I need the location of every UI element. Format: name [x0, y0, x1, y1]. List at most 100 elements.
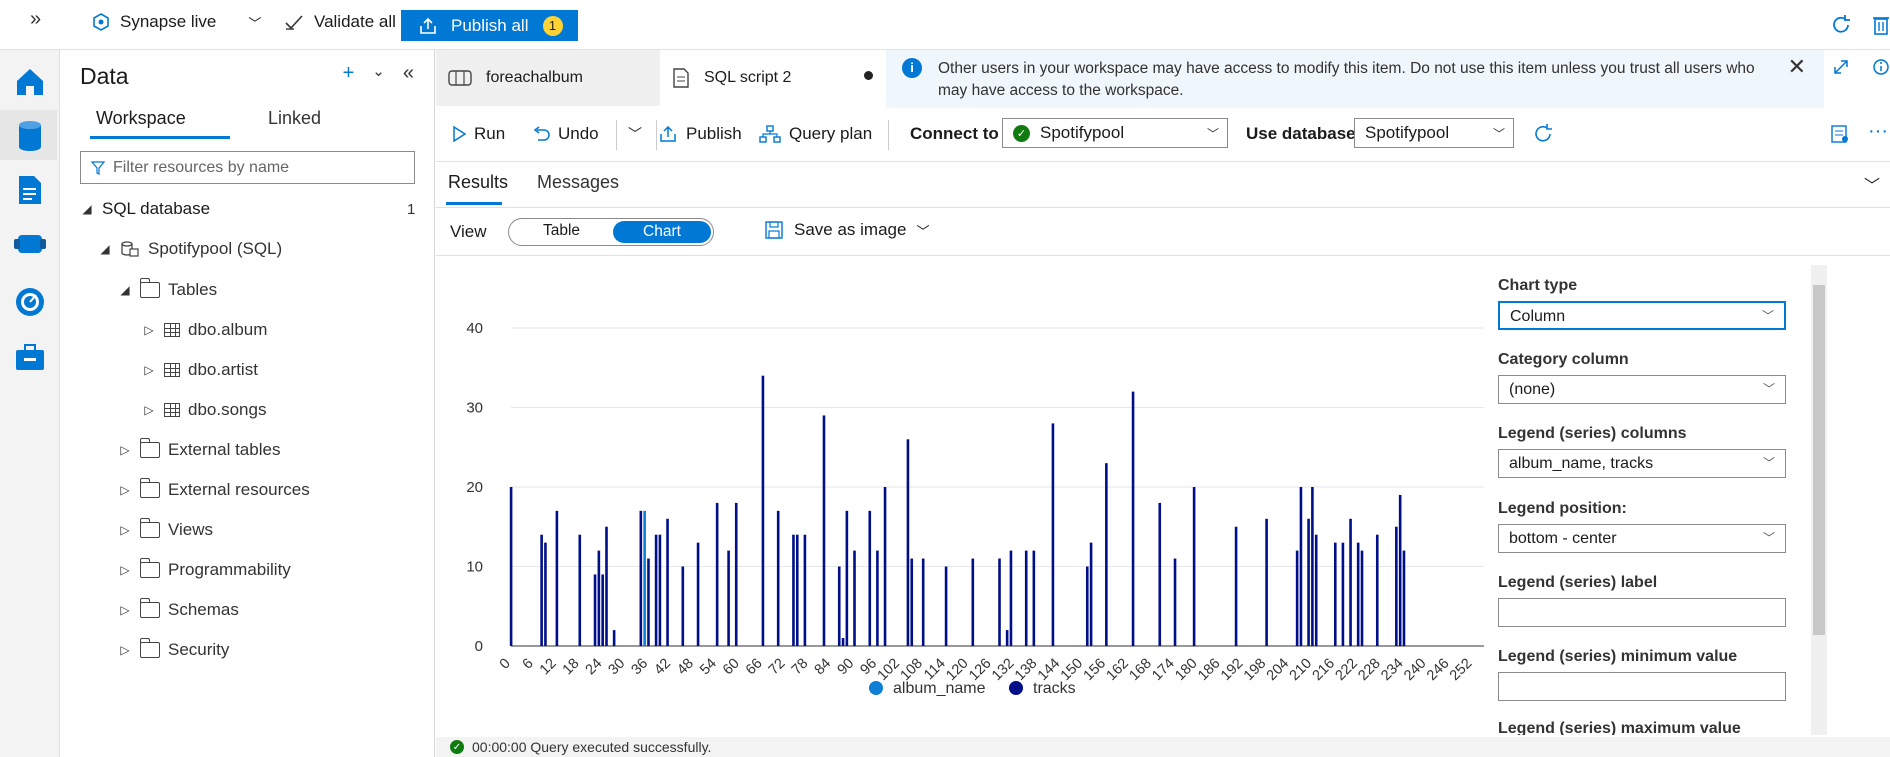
expand-caret-icon[interactable]: ▷: [118, 563, 132, 577]
delete-icon[interactable]: [1872, 14, 1890, 36]
tree-item-dbo-songs[interactable]: ▷ dbo.songs: [142, 400, 266, 420]
collapse-all-icon[interactable]: ⌄: [372, 62, 385, 85]
tree-label: dbo.songs: [188, 400, 267, 419]
scrollbar-thumb[interactable]: [1813, 285, 1825, 635]
expand-caret-icon[interactable]: ▷: [142, 363, 156, 377]
chevron-down-icon[interactable]: ﹀: [628, 124, 642, 144]
bar-tracks: [761, 375, 765, 646]
expand-caret-icon[interactable]: ▷: [118, 483, 132, 497]
settings-scrollbar[interactable]: [1811, 265, 1827, 735]
tab-linked[interactable]: Linked: [268, 108, 321, 129]
bar-tracks: [1265, 518, 1268, 646]
properties-icon[interactable]: [1872, 58, 1890, 76]
publish-all-button[interactable]: Publish all 1: [401, 10, 578, 41]
undo-button[interactable]: Undo: [532, 124, 599, 144]
table-icon: [164, 403, 180, 417]
workspace-selector[interactable]: Synapse live ﹀: [92, 12, 261, 32]
section-sql-database[interactable]: ◢ SQL database: [80, 199, 210, 219]
validate-all-button[interactable]: Validate all: [284, 12, 396, 32]
properties-panel-icon[interactable]: [1830, 124, 1850, 144]
expand-caret-icon[interactable]: ▷: [142, 323, 156, 337]
collapse-caret-icon[interactable]: ◢: [118, 283, 132, 297]
refresh-icon[interactable]: [1532, 123, 1554, 145]
chevron-down-icon[interactable]: ﹀: [1864, 172, 1880, 196]
bar-tracks: [544, 542, 547, 646]
legend-position-select[interactable]: bottom - center ﹀: [1498, 524, 1786, 553]
expand-caret-icon[interactable]: ▷: [142, 403, 156, 417]
bar-tracks: [1375, 534, 1379, 646]
publish-button[interactable]: Publish: [658, 124, 742, 144]
tree-item-tables[interactable]: ◢ Tables: [118, 278, 217, 300]
legend-min-input[interactable]: [1498, 672, 1786, 701]
x-tick-label: 216: [1310, 656, 1338, 684]
tree-item-dbo-artist[interactable]: ▷ dbo.artist: [142, 360, 258, 380]
expand-caret-icon[interactable]: ▷: [118, 603, 132, 617]
tree-item-spotifypool[interactable]: ◢ Spotifypool (SQL): [98, 239, 282, 259]
integrate-icon[interactable]: [12, 226, 48, 262]
chart-type-select[interactable]: Column ﹀: [1498, 301, 1786, 330]
chart-settings-panel: Chart type Column ﹀ Category column (non…: [1496, 265, 1846, 735]
tree-label: Spotifypool (SQL): [148, 239, 283, 258]
expand-caret-icon[interactable]: ▷: [118, 443, 132, 457]
save-as-image-button[interactable]: Save as image ﹀: [764, 220, 929, 240]
bar-tracks: [853, 550, 856, 646]
develop-icon[interactable]: [12, 172, 48, 208]
tab-messages[interactable]: Messages: [537, 172, 619, 193]
bar-tracks: [822, 415, 826, 646]
bar-tracks: [845, 510, 849, 646]
view-option-table[interactable]: Table: [543, 222, 580, 240]
filter-input[interactable]: Filter resources by name: [80, 151, 415, 184]
manage-icon[interactable]: [12, 340, 48, 376]
data-hub-icon[interactable]: [12, 118, 48, 154]
use-database-select[interactable]: Spotifypool ﹀: [1354, 118, 1514, 148]
add-icon[interactable]: +: [343, 62, 355, 85]
query-plan-button[interactable]: Query plan: [759, 124, 872, 144]
tree-item-security[interactable]: ▷ Security: [118, 638, 229, 660]
expand-caret-icon[interactable]: ▷: [118, 523, 132, 537]
legend-columns-select[interactable]: album_name, tracks ﹀: [1498, 449, 1786, 478]
tree-item-schemas[interactable]: ▷ Schemas: [118, 598, 239, 620]
tab-sql-script-2[interactable]: SQL script 2: [660, 50, 880, 106]
legend-label-input[interactable]: [1498, 598, 1786, 627]
collapse-caret-icon[interactable]: ◢: [80, 202, 94, 216]
tree-item-views[interactable]: ▷ Views: [118, 518, 213, 540]
info-message: Other users in your workspace may have a…: [938, 60, 1755, 99]
tree-item-external-resources[interactable]: ▷ External resources: [118, 478, 310, 500]
collapse-caret-icon[interactable]: ◢: [98, 242, 112, 256]
publish-label: Publish: [686, 124, 742, 143]
workspace-label: Synapse live: [120, 12, 217, 31]
legend-position-value: bottom - center: [1509, 530, 1617, 547]
view-toggle[interactable]: Table Chart: [508, 218, 714, 246]
view-option-chart[interactable]: Chart: [613, 221, 711, 243]
tree-item-dbo-album[interactable]: ▷ dbo.album: [142, 320, 267, 340]
status-text: 00:00:00 Query executed successfully.: [472, 739, 712, 755]
expand-icon[interactable]: »: [30, 8, 41, 31]
bar-tracks: [944, 566, 948, 646]
expand-caret-icon[interactable]: ▷: [118, 643, 132, 657]
tree-item-external-tables[interactable]: ▷ External tables: [118, 438, 280, 460]
expand-icon[interactable]: [1832, 58, 1850, 76]
legend-marker: [1009, 681, 1023, 695]
close-icon[interactable]: ✕: [1788, 56, 1806, 78]
left-rail: [0, 50, 60, 757]
script-toolbar: Run Undo ﹀ Publish Query plan Connect to…: [436, 110, 1890, 162]
chevron-down-icon[interactable]: ﹀: [248, 13, 261, 32]
more-options-icon[interactable]: ···: [1868, 120, 1888, 143]
run-button[interactable]: Run: [452, 124, 505, 144]
tree-item-programmability[interactable]: ▷ Programmability: [118, 558, 291, 580]
collapse-panel-icon[interactable]: «: [403, 62, 414, 85]
upload-icon: [660, 125, 676, 142]
tab-foreachalbum[interactable]: foreachalbum: [436, 50, 660, 106]
pipeline-icon: [448, 70, 472, 86]
tab-workspace[interactable]: Workspace: [96, 108, 186, 129]
validate-label: Validate all: [314, 12, 396, 31]
category-column-select[interactable]: (none) ﹀: [1498, 375, 1786, 404]
tab-results[interactable]: Results: [448, 172, 508, 193]
y-tick-label: 30: [466, 400, 483, 417]
view-label: View: [450, 222, 487, 241]
home-icon[interactable]: [12, 64, 48, 100]
connect-to-select[interactable]: ✓ Spotifypool ﹀: [1002, 118, 1228, 148]
bar-tracks: [593, 574, 597, 646]
monitor-icon[interactable]: [12, 284, 48, 320]
refresh-icon[interactable]: [1830, 14, 1852, 36]
